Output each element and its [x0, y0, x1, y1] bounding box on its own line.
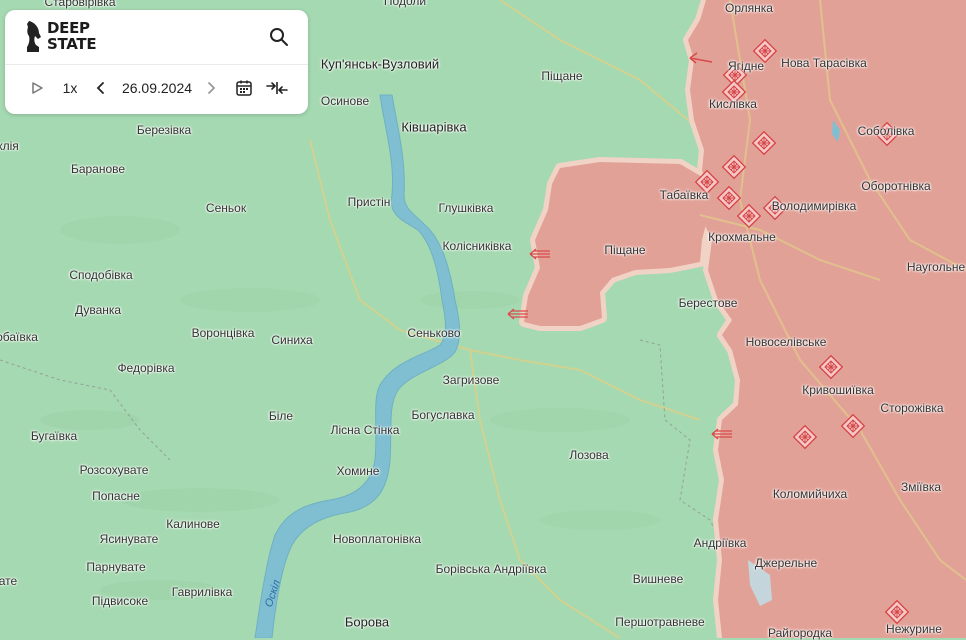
place-label: Баранове: [70, 162, 126, 176]
place-label: Вишневе: [632, 572, 684, 586]
place-label: Парнувате: [86, 560, 146, 574]
place-label: Сподобівка: [69, 268, 133, 282]
place-label: Хомине: [336, 464, 380, 478]
play-button[interactable]: [27, 76, 47, 100]
place-label: Богуславка: [411, 408, 475, 422]
place-label: Лісна Стінка: [330, 423, 400, 437]
place-label: Зміївка: [900, 480, 942, 494]
place-label: клія: [0, 139, 19, 153]
logo-line-1: DEEP: [47, 19, 90, 37]
chevron-left-icon: [96, 82, 104, 94]
search-icon: [270, 28, 288, 46]
place-label: Синиха: [271, 333, 313, 347]
place-label: Воронцівка: [191, 326, 255, 340]
place-label: Табаївка: [659, 188, 709, 202]
place-label: Борівська Андріївка: [435, 562, 547, 576]
place-label: Коломийчиха: [772, 487, 848, 501]
timeline-controls: 1x 26.09.2024: [5, 76, 308, 100]
place-label: Дуванка: [74, 303, 122, 317]
place-label: обаївка: [0, 330, 38, 344]
place-label: Новоплатонівка: [332, 532, 422, 546]
place-label: Підвисоке: [91, 594, 149, 608]
place-label: Гаврилівка: [171, 585, 233, 599]
place-label: Загризове: [442, 373, 500, 387]
place-label: Піщане: [604, 243, 646, 257]
place-label: Ясинувате: [99, 532, 159, 546]
place-label: Борова: [344, 614, 390, 630]
logo-line-2: STATE: [47, 35, 97, 53]
place-label: Орлянка: [725, 1, 773, 15]
place-label: Куп'янськ-Вузловий: [320, 56, 440, 72]
panel-divider: [5, 64, 308, 65]
place-label: Федорівка: [117, 361, 175, 375]
place-label: Ягідне: [727, 59, 765, 73]
place-label: Соболівка: [857, 124, 915, 138]
chevron-right-icon: [208, 82, 216, 94]
place-label: Нежурине: [886, 622, 942, 636]
place-label: Піщане: [541, 69, 583, 83]
compare-button[interactable]: [265, 76, 289, 100]
place-label: Оборотнівка: [861, 179, 931, 193]
place-label: Кривошиївка: [802, 383, 874, 397]
control-panel: DEEP STATE 1x 26.09.2024: [5, 10, 308, 114]
speed-button[interactable]: 1x: [59, 76, 81, 100]
date-display[interactable]: 26.09.2024: [117, 76, 197, 100]
play-icon: [32, 82, 43, 94]
place-label: Пристін: [347, 195, 391, 209]
place-label: Джерельне: [754, 556, 818, 570]
search-button[interactable]: [268, 26, 290, 48]
collapse-icon: [266, 82, 288, 94]
place-label: Березівка: [136, 123, 192, 137]
place-label: Сторожівка: [880, 401, 944, 415]
place-label: Кислівка: [709, 97, 757, 111]
place-label: Першотравневе: [615, 615, 705, 629]
next-day-button[interactable]: [201, 76, 221, 100]
place-label: Крохмальне: [708, 230, 776, 244]
place-label: Андріївка: [693, 536, 747, 550]
place-label: Берестове: [678, 296, 738, 310]
place-label: Сеньково: [407, 326, 461, 340]
place-label: Глушківка: [438, 201, 494, 215]
place-label: Старовірівка: [44, 0, 116, 9]
prev-day-button[interactable]: [91, 76, 111, 100]
place-label: Розсохувате: [79, 463, 149, 477]
place-label: Новоселівське: [745, 335, 827, 349]
place-label: Калинове: [166, 517, 220, 531]
place-label: Бугаївка: [30, 429, 78, 443]
place-label: Осинове: [320, 94, 370, 108]
place-label: Наугольне: [906, 260, 966, 274]
place-label: Подоли: [383, 0, 427, 8]
app-logo[interactable]: DEEP STATE: [25, 19, 97, 53]
place-label: Біле: [268, 409, 294, 423]
calendar-icon: [236, 80, 252, 96]
place-label: Ківшарівка: [401, 119, 467, 135]
place-label: Лозова: [569, 448, 609, 462]
place-label: Нова Тарасівка: [781, 56, 867, 70]
calendar-button[interactable]: [233, 76, 255, 100]
place-label: ате: [0, 574, 18, 588]
place-label: Попасне: [92, 489, 140, 503]
place-label: Володимирівка: [771, 199, 857, 213]
place-label: Колісниківка: [442, 239, 512, 253]
place-label: Сеньок: [205, 201, 247, 215]
horse-logo-icon: [27, 21, 41, 52]
